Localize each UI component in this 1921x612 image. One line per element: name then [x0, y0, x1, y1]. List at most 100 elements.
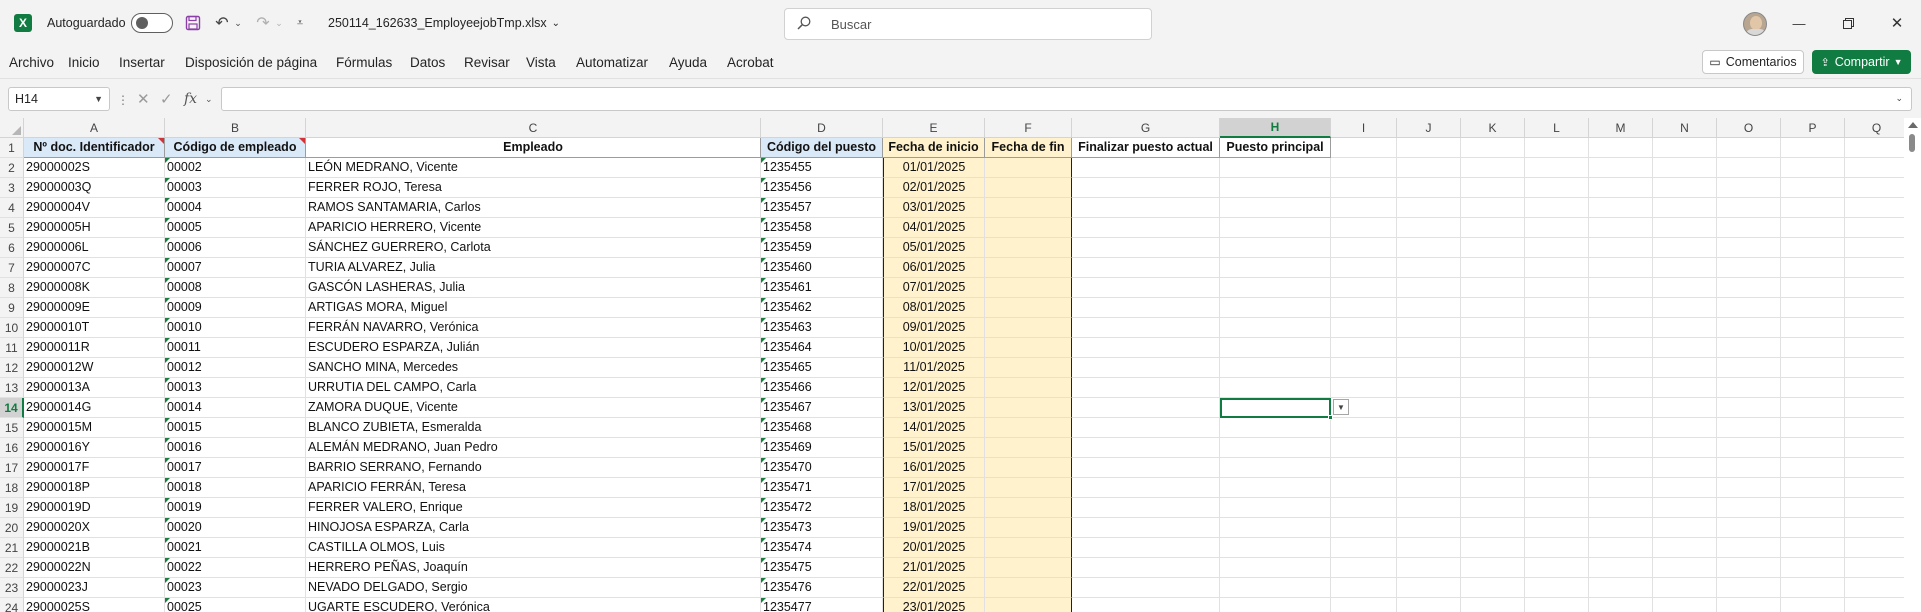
cell-l7[interactable]: [1525, 258, 1589, 278]
cell-j3[interactable]: [1397, 178, 1461, 198]
cell-i5[interactable]: [1331, 218, 1397, 238]
cell-h3[interactable]: [1220, 178, 1331, 198]
cell-d1[interactable]: Código del puesto: [761, 138, 883, 158]
name-box[interactable]: H14 ▼: [8, 87, 110, 111]
cell-e11[interactable]: 10/01/2025: [883, 338, 985, 358]
cell-a7[interactable]: 29000007C: [24, 258, 165, 278]
cell-o2[interactable]: [1717, 158, 1781, 178]
cell-j19[interactable]: [1397, 498, 1461, 518]
row-header-8[interactable]: 8: [0, 278, 24, 298]
cell-f18[interactable]: [985, 478, 1072, 498]
cell-l17[interactable]: [1525, 458, 1589, 478]
cell-l6[interactable]: [1525, 238, 1589, 258]
cell-i1[interactable]: [1331, 138, 1397, 158]
row-header-2[interactable]: 2: [0, 158, 24, 178]
cell-m9[interactable]: [1589, 298, 1653, 318]
menu-formulas[interactable]: Fórmulas: [336, 46, 392, 78]
cell-l8[interactable]: [1525, 278, 1589, 298]
cell-p3[interactable]: [1781, 178, 1845, 198]
cell-m12[interactable]: [1589, 358, 1653, 378]
cell-g10[interactable]: [1072, 318, 1220, 338]
cell-m5[interactable]: [1589, 218, 1653, 238]
cell-b13[interactable]: 00013: [165, 378, 306, 398]
cell-m18[interactable]: [1589, 478, 1653, 498]
cell-p21[interactable]: [1781, 538, 1845, 558]
cell-c8[interactable]: GASCÓN LASHERAS, Julia: [306, 278, 761, 298]
cell-g13[interactable]: [1072, 378, 1220, 398]
row-header-3[interactable]: 3: [0, 178, 24, 198]
cell-f5[interactable]: [985, 218, 1072, 238]
cell-g17[interactable]: [1072, 458, 1220, 478]
cell-i22[interactable]: [1331, 558, 1397, 578]
cell-o4[interactable]: [1717, 198, 1781, 218]
menu-acrobat[interactable]: Acrobat: [727, 46, 774, 78]
cell-q6[interactable]: [1845, 238, 1909, 258]
cell-p10[interactable]: [1781, 318, 1845, 338]
cell-q5[interactable]: [1845, 218, 1909, 238]
column-header-e[interactable]: E: [883, 118, 985, 138]
cell-d21[interactable]: 1235474: [761, 538, 883, 558]
cell-q18[interactable]: [1845, 478, 1909, 498]
cell-p14[interactable]: [1781, 398, 1845, 418]
cell-p15[interactable]: [1781, 418, 1845, 438]
cell-f19[interactable]: [985, 498, 1072, 518]
cell-n16[interactable]: [1653, 438, 1717, 458]
cell-b8[interactable]: 00008: [165, 278, 306, 298]
cell-l11[interactable]: [1525, 338, 1589, 358]
cell-g23[interactable]: [1072, 578, 1220, 598]
cell-p20[interactable]: [1781, 518, 1845, 538]
cell-j1[interactable]: [1397, 138, 1461, 158]
cell-i11[interactable]: [1331, 338, 1397, 358]
cell-p12[interactable]: [1781, 358, 1845, 378]
cell-h9[interactable]: [1220, 298, 1331, 318]
cell-d10[interactable]: 1235463: [761, 318, 883, 338]
cell-g1[interactable]: Finalizar puesto actual: [1072, 138, 1220, 158]
cell-j23[interactable]: [1397, 578, 1461, 598]
cell-i8[interactable]: [1331, 278, 1397, 298]
cell-m8[interactable]: [1589, 278, 1653, 298]
cell-d3[interactable]: 1235456: [761, 178, 883, 198]
cell-b15[interactable]: 00015: [165, 418, 306, 438]
search-input[interactable]: [831, 16, 1131, 32]
cell-f7[interactable]: [985, 258, 1072, 278]
cell-e17[interactable]: 16/01/2025: [883, 458, 985, 478]
row-header-10[interactable]: 10: [0, 318, 24, 338]
row-header-18[interactable]: 18: [0, 478, 24, 498]
cell-h15[interactable]: [1220, 418, 1331, 438]
cell-q9[interactable]: [1845, 298, 1909, 318]
cell-d15[interactable]: 1235468: [761, 418, 883, 438]
cell-d8[interactable]: 1235461: [761, 278, 883, 298]
column-header-b[interactable]: B: [165, 118, 306, 138]
cell-h18[interactable]: [1220, 478, 1331, 498]
cell-q22[interactable]: [1845, 558, 1909, 578]
cell-m23[interactable]: [1589, 578, 1653, 598]
menu-archivo[interactable]: Archivo: [9, 46, 54, 78]
cell-o14[interactable]: [1717, 398, 1781, 418]
cell-l14[interactable]: [1525, 398, 1589, 418]
cell-p8[interactable]: [1781, 278, 1845, 298]
column-header-k[interactable]: K: [1461, 118, 1525, 138]
cell-m19[interactable]: [1589, 498, 1653, 518]
cell-m4[interactable]: [1589, 198, 1653, 218]
row-header-11[interactable]: 11: [0, 338, 24, 358]
cell-q3[interactable]: [1845, 178, 1909, 198]
cell-k20[interactable]: [1461, 518, 1525, 538]
cell-g4[interactable]: [1072, 198, 1220, 218]
cell-p4[interactable]: [1781, 198, 1845, 218]
cell-d22[interactable]: 1235475: [761, 558, 883, 578]
row-header-23[interactable]: 23: [0, 578, 24, 598]
check-icon[interactable]: ✓: [160, 87, 173, 111]
cell-o9[interactable]: [1717, 298, 1781, 318]
cell-k18[interactable]: [1461, 478, 1525, 498]
cell-i10[interactable]: [1331, 318, 1397, 338]
cell-j24[interactable]: [1397, 598, 1461, 612]
cell-o10[interactable]: [1717, 318, 1781, 338]
row-header-6[interactable]: 6: [0, 238, 24, 258]
dropdown-arrow-icon[interactable]: ▼: [1333, 399, 1349, 415]
cell-i15[interactable]: [1331, 418, 1397, 438]
cell-b4[interactable]: 00004: [165, 198, 306, 218]
cell-q15[interactable]: [1845, 418, 1909, 438]
cell-k19[interactable]: [1461, 498, 1525, 518]
cell-c15[interactable]: BLANCO ZUBIETA, Esmeralda: [306, 418, 761, 438]
cell-m11[interactable]: [1589, 338, 1653, 358]
